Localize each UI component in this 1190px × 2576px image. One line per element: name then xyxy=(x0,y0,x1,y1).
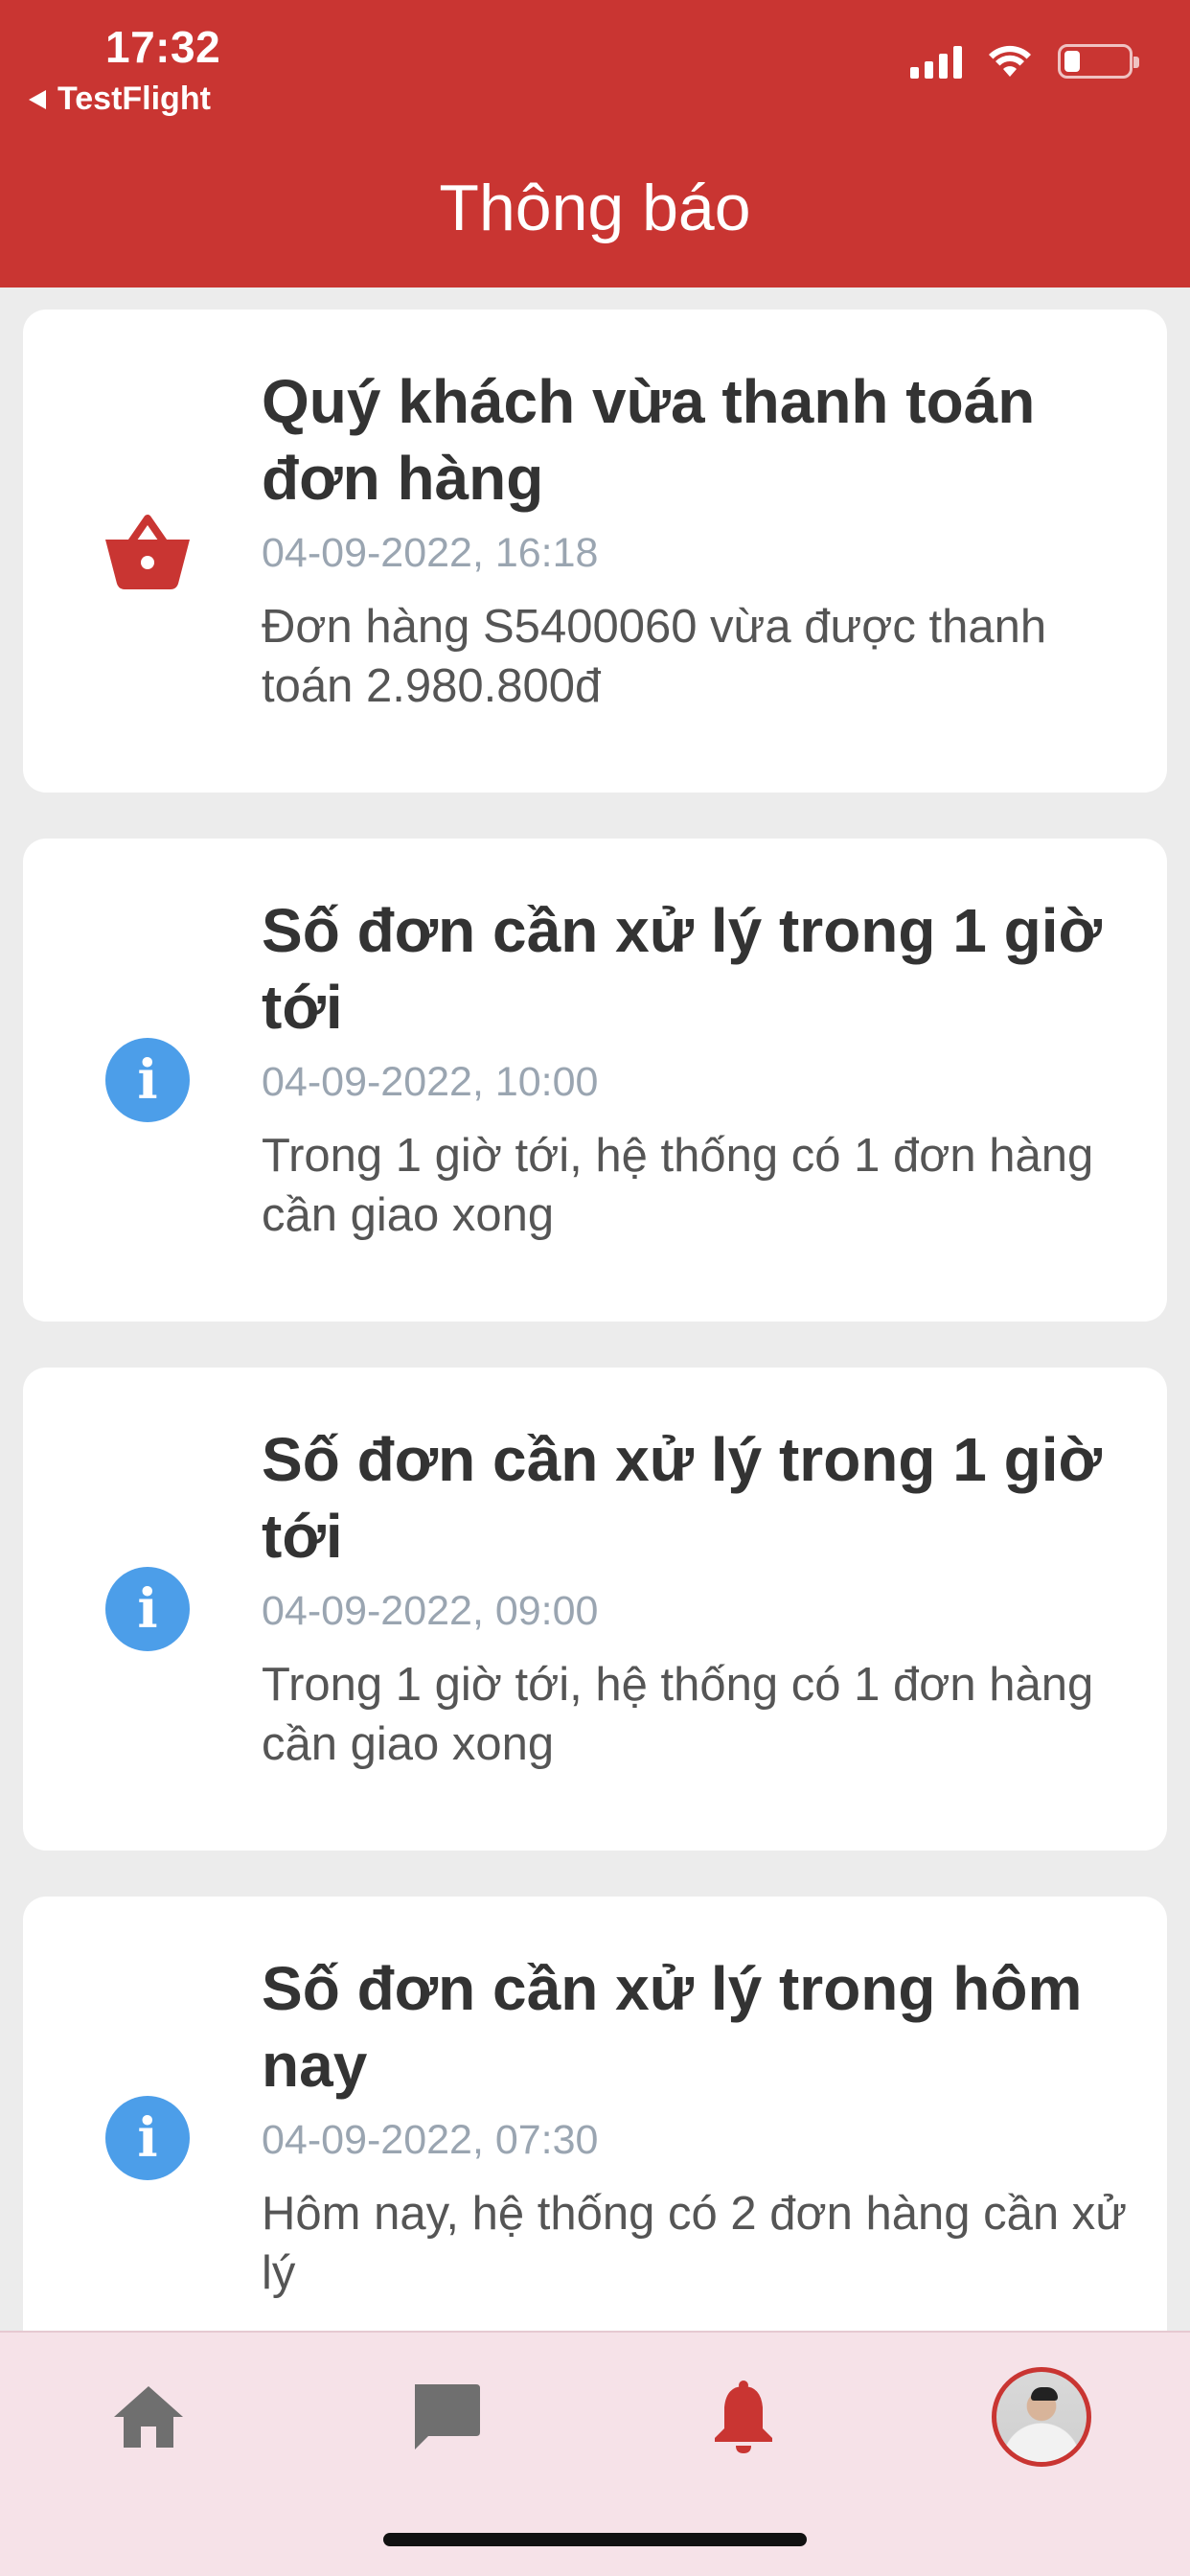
status-time: 17:32 xyxy=(105,22,221,72)
header: 17:32 TestFlight Thông báo xyxy=(0,0,1190,288)
cellular-signal-icon xyxy=(910,44,962,79)
notification-title: Quý khách vừa thanh toán đơn hàng xyxy=(262,367,1036,513)
back-arrow-icon xyxy=(29,89,46,109)
notification-description: Trong 1 giờ tới, hệ thống có 1 đơn hàng … xyxy=(262,1659,1094,1770)
notification-list: Quý khách vừa thanh toán đơn hàng 04-09-… xyxy=(23,310,1167,2426)
info-icon: i xyxy=(102,2092,194,2184)
notification-description: Trong 1 giờ tới, hệ thống có 1 đơn hàng … xyxy=(262,1130,1094,1241)
nav-notifications-button[interactable] xyxy=(686,2359,801,2474)
notification-description: Đơn hàng S5400060 vừa được thanh toán 2.… xyxy=(262,601,1047,712)
back-app-label: TestFlight xyxy=(57,80,211,117)
notification-time: 04-09-2022, 09:00 xyxy=(262,1588,599,1634)
notification-description: Hôm nay, hệ thống có 2 đơn hàng cần xử l… xyxy=(262,2188,1128,2299)
nav-profile-button[interactable] xyxy=(984,2359,1099,2474)
notification-time: 04-09-2022, 07:30 xyxy=(262,2117,599,2163)
notification-title: Số đơn cần xử lý trong hôm nay xyxy=(262,1954,1083,2100)
info-icon: i xyxy=(102,1563,194,1655)
back-to-app-link[interactable]: TestFlight xyxy=(29,80,211,118)
battery-icon xyxy=(1058,44,1139,79)
notification-time: 04-09-2022, 10:00 xyxy=(262,1059,599,1105)
page-title: Thông báo xyxy=(439,172,751,244)
notification-title: Số đơn cần xử lý trong 1 giờ tới xyxy=(262,1425,1102,1571)
notification-time: 04-09-2022, 16:18 xyxy=(262,530,599,576)
status-icons xyxy=(910,44,1139,79)
notification-content: Số đơn cần xử lý trong hôm nay 04-09-202… xyxy=(262,1950,1138,2303)
nav-messages-button[interactable] xyxy=(388,2359,503,2474)
notifications-screen: 17:32 TestFlight Thông báo Quý khách vừa… xyxy=(0,0,1190,2576)
bell-icon xyxy=(715,2380,772,2453)
notification-content: Số đơn cần xử lý trong 1 giờ tới 04-09-2… xyxy=(262,1421,1138,1774)
info-icon: i xyxy=(102,1034,194,1126)
notification-card[interactable]: Quý khách vừa thanh toán đơn hàng 04-09-… xyxy=(23,310,1167,793)
chat-icon xyxy=(415,2384,480,2450)
notification-title: Số đơn cần xử lý trong 1 giờ tới xyxy=(262,896,1102,1042)
wifi-icon xyxy=(989,45,1031,77)
notification-content: Quý khách vừa thanh toán đơn hàng 04-09-… xyxy=(262,363,1138,716)
home-icon xyxy=(114,2386,183,2448)
notification-card[interactable]: i Số đơn cần xử lý trong hôm nay 04-09-2… xyxy=(23,1897,1167,2380)
basket-icon xyxy=(102,505,194,597)
avatar xyxy=(992,2367,1091,2467)
notification-card[interactable]: i Số đơn cần xử lý trong 1 giờ tới 04-09… xyxy=(23,839,1167,1322)
notification-content: Số đơn cần xử lý trong 1 giờ tới 04-09-2… xyxy=(262,892,1138,1245)
nav-home-button[interactable] xyxy=(91,2359,206,2474)
home-indicator xyxy=(383,2533,807,2546)
notification-card[interactable]: i Số đơn cần xử lý trong 1 giờ tới 04-09… xyxy=(23,1368,1167,1851)
